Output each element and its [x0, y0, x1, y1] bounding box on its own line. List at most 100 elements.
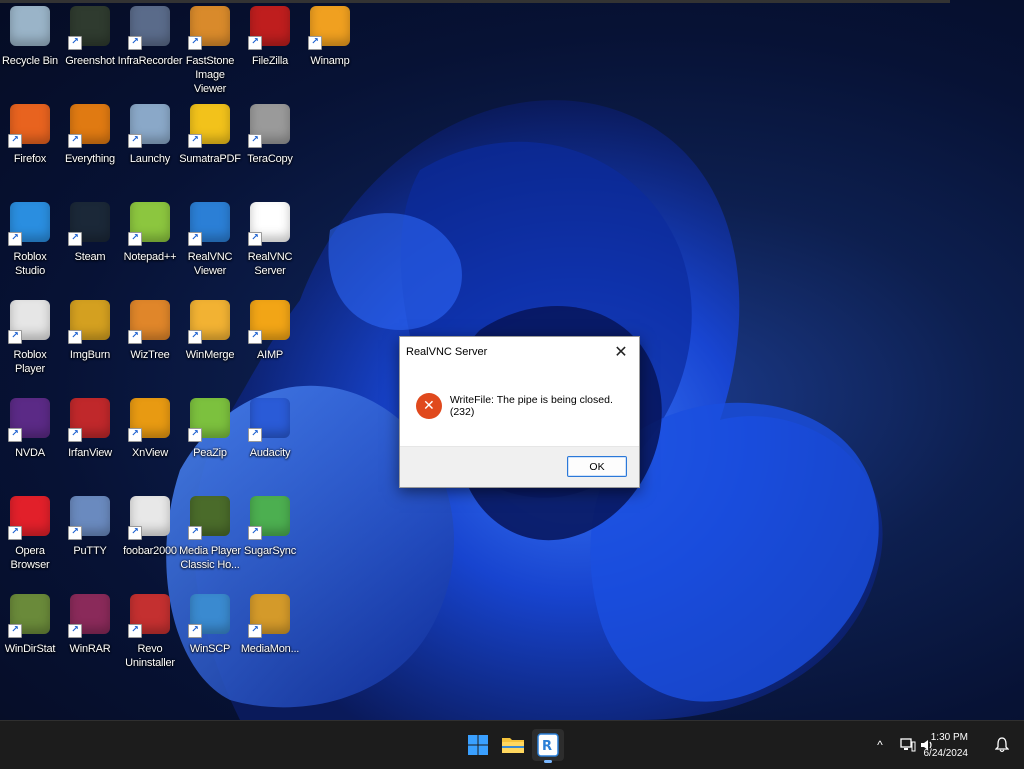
- desktop-icon[interactable]: ↗ ImgBurn: [60, 300, 120, 362]
- shortcut-arrow-icon: ↗: [248, 526, 262, 540]
- shortcut-arrow-icon: ↗: [68, 526, 82, 540]
- shortcut-arrow-icon: ↗: [8, 526, 22, 540]
- top-edge-bar: [0, 0, 950, 3]
- desktop-icon[interactable]: ↗ Notepad++: [120, 202, 180, 264]
- peazip-icon: ↗: [188, 398, 230, 442]
- desktop-icon[interactable]: ↗ FastStone Image Viewer: [180, 6, 240, 96]
- clock-time: 1:30 PM: [930, 732, 968, 743]
- desktop-icon[interactable]: ↗ WinRAR: [60, 594, 120, 656]
- imgburn-icon: ↗: [68, 300, 110, 344]
- desktop-icon[interactable]: ↗ WinSCP: [180, 594, 240, 656]
- desktop-icon[interactable]: ↗ SugarSync: [240, 496, 300, 558]
- desktop-icon-label: PuTTY: [73, 545, 107, 557]
- shortcut-arrow-icon: ↗: [188, 330, 202, 344]
- desktop-icon-label: AIMP: [256, 349, 284, 361]
- desktop-icon[interactable]: ↗ WinMerge: [180, 300, 240, 362]
- desktop-icon[interactable]: ↗ RealVNC Server: [240, 202, 300, 278]
- taskbar: R ^ 1:30 PM 6/24/2024: [0, 720, 1024, 769]
- mpc-hc-icon: ↗: [188, 496, 230, 540]
- close-icon[interactable]: ✕: [611, 342, 631, 362]
- desktop-icon[interactable]: ↗ Steam: [60, 202, 120, 264]
- desktop-icon-label: Winamp: [310, 55, 350, 67]
- desktop-icon-label: Steam: [74, 251, 106, 263]
- dialog-footer: OK: [400, 446, 639, 487]
- desktop-icon[interactable]: ↗ FileZilla: [240, 6, 300, 68]
- notification-bell-icon[interactable]: [995, 737, 1009, 753]
- dialog-titlebar[interactable]: RealVNC Server ✕: [400, 337, 639, 367]
- desktop-icon[interactable]: ↗ TeraCopy: [240, 104, 300, 166]
- desktop-icon[interactable]: ↗ Everything: [60, 104, 120, 166]
- desktop-icon[interactable]: ↗ Revo Uninstaller: [120, 594, 180, 670]
- recycle-bin-icon: [10, 6, 50, 46]
- desktop-icon[interactable]: ↗ WizTree: [120, 300, 180, 362]
- clock[interactable]: 1:30 PM 6/24/2024: [924, 730, 969, 762]
- desktop-icon[interactable]: ↗ Audacity: [240, 398, 300, 460]
- desktop-icon[interactable]: ↗ Media Player Classic Ho...: [179, 496, 241, 572]
- desktop-icon[interactable]: ↗ XnView: [120, 398, 180, 460]
- network-icon[interactable]: [900, 738, 916, 752]
- show-hidden-icons-chevron-icon[interactable]: ^: [872, 738, 888, 752]
- winrar-icon: ↗: [68, 594, 110, 638]
- foobar2000-icon: ↗: [128, 496, 170, 540]
- desktop-icon[interactable]: ↗ Opera Browser: [0, 496, 60, 572]
- desktop-icon-label: Everything: [65, 153, 115, 165]
- shortcut-arrow-icon: ↗: [128, 36, 142, 50]
- desktop-icon[interactable]: ↗ Roblox Studio: [0, 202, 60, 278]
- desktop-icon[interactable]: ↗ PuTTY: [60, 496, 120, 558]
- taskbar-realvnc-server[interactable]: R: [532, 729, 564, 763]
- dialog-title: RealVNC Server: [406, 346, 488, 358]
- desktop-icon[interactable]: ↗ RealVNC Viewer: [180, 202, 240, 278]
- irfanview-icon: ↗: [68, 398, 110, 442]
- desktop-icon[interactable]: ↗ Greenshot: [60, 6, 120, 68]
- desktop-icon[interactable]: ↗ Roblox Player: [0, 300, 60, 376]
- desktop-icon-label: FastStone Image Viewer: [185, 55, 235, 95]
- desktop-icon[interactable]: ↗ PeaZip: [180, 398, 240, 460]
- wiztree-icon: ↗: [128, 300, 170, 344]
- shortcut-arrow-icon: ↗: [8, 134, 22, 148]
- desktop-icon[interactable]: Recycle Bin: [0, 6, 60, 68]
- desktop-icon[interactable]: ↗ InfraRecorder: [117, 6, 183, 68]
- desktop-icon[interactable]: ↗ SumatraPDF: [179, 104, 241, 166]
- windows-logo-icon: [468, 735, 488, 755]
- winmerge-icon: ↗: [188, 300, 230, 344]
- desktop-icon[interactable]: ↗ AIMP: [240, 300, 300, 362]
- desktop-icon-label: WinRAR: [69, 643, 111, 655]
- desktop-icon-label: Firefox: [13, 153, 47, 165]
- shortcut-arrow-icon: ↗: [68, 428, 82, 442]
- revo-uninstaller-icon: ↗: [128, 594, 170, 638]
- desktop-icon[interactable]: ↗ Firefox: [0, 104, 60, 166]
- desktop-icon-label: InfraRecorder: [117, 55, 183, 67]
- desktop-icon-label: WinSCP: [189, 643, 231, 655]
- steam-icon: ↗: [68, 202, 110, 246]
- shortcut-arrow-icon: ↗: [128, 624, 142, 638]
- desktop-icon[interactable]: ↗ Winamp: [300, 6, 360, 68]
- realvnc-viewer-icon: ↗: [188, 202, 230, 246]
- desktop-icon[interactable]: ↗ Launchy: [120, 104, 180, 166]
- desktop-icon-label: MediaMon...: [240, 643, 300, 655]
- shortcut-arrow-icon: ↗: [128, 526, 142, 540]
- svg-text:R: R: [542, 739, 552, 754]
- roblox-player-icon: ↗: [8, 300, 50, 344]
- mediamonkey-icon: ↗: [248, 594, 290, 638]
- desktop-icon-label: ImgBurn: [69, 349, 111, 361]
- desktop-icon[interactable]: ↗ foobar2000: [120, 496, 180, 558]
- sugarsync-icon: ↗: [248, 496, 290, 540]
- shortcut-arrow-icon: ↗: [188, 232, 202, 246]
- taskbar-file-explorer[interactable]: [497, 729, 529, 761]
- greenshot-icon: ↗: [68, 6, 110, 50]
- desktop-icon-label: TeraCopy: [247, 153, 293, 165]
- shortcut-arrow-icon: ↗: [188, 428, 202, 442]
- desktop-icon[interactable]: ↗ NVDA: [0, 398, 60, 460]
- shortcut-arrow-icon: ↗: [68, 330, 82, 344]
- desktop-icon[interactable]: ↗ IrfanView: [60, 398, 120, 460]
- ok-button[interactable]: OK: [567, 456, 627, 477]
- shortcut-arrow-icon: ↗: [68, 232, 82, 246]
- desktop-icon-label: NVDA: [15, 447, 45, 459]
- start-button[interactable]: [462, 729, 494, 761]
- desktop-icon[interactable]: ↗ MediaMon...: [240, 594, 300, 656]
- desktop-icon-label: Audacity: [249, 447, 291, 459]
- shortcut-arrow-icon: ↗: [128, 134, 142, 148]
- shortcut-arrow-icon: ↗: [188, 526, 202, 540]
- desktop-icon[interactable]: ↗ WinDirStat: [0, 594, 60, 656]
- shortcut-arrow-icon: ↗: [128, 428, 142, 442]
